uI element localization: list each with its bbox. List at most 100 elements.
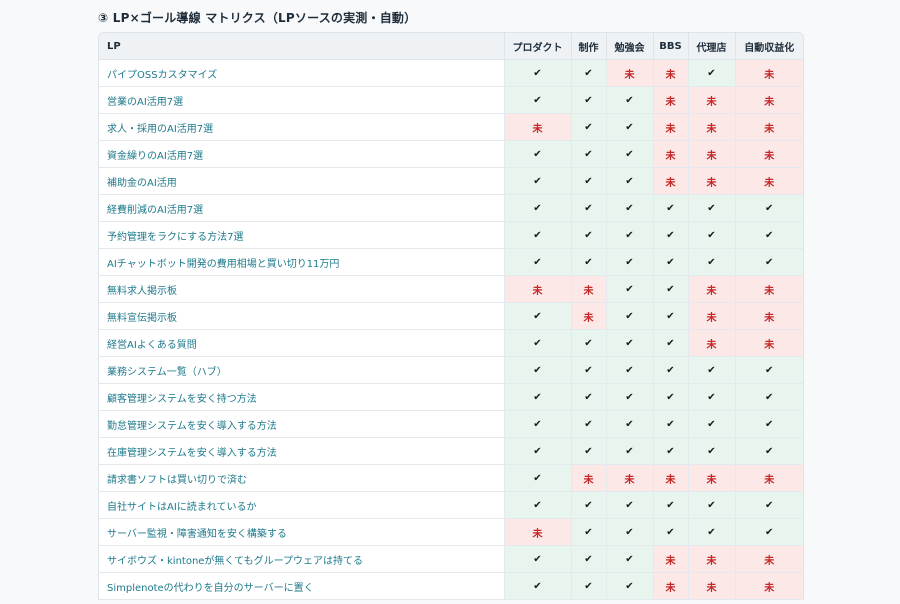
status-cell-production: ✔ [570,140,606,168]
status-cell-auto-monetization: ✔ [734,518,803,546]
status-cell-bbs: ✔ [652,302,688,330]
check-mark-icon: ✔ [533,94,542,106]
status-cell-agency: ✔ [687,518,735,546]
status-cell-auto-monetization: 未 [734,59,803,87]
lp-link[interactable]: 顧客管理システムを安く持つ方法 [107,394,257,405]
lp-cell: 顧客管理システムを安く持つ方法 [99,383,504,411]
check-mark-icon: ✔ [666,283,675,295]
status-cell-agency: 未 [687,464,735,492]
check-mark-icon: ✔ [666,391,675,403]
check-mark-icon: ✔ [584,553,593,565]
check-mark-icon: ✔ [533,175,542,187]
status-cell-bbs: 未 [652,545,688,573]
status-cell-study-session: ✔ [605,518,653,546]
lp-link[interactable]: 在庫管理システムを安く導入する方法 [107,448,277,459]
todo-badge: 未 [706,96,717,108]
todo-badge: 未 [665,177,676,189]
lp-link[interactable]: 経営AIよくある質問 [107,340,197,351]
status-cell-product: ✔ [503,329,571,357]
lp-link[interactable]: 勤怠管理システムを安く導入する方法 [107,421,277,432]
status-cell-product: ✔ [503,464,571,492]
check-mark-icon: ✔ [625,283,634,295]
table-body: パイプOSSカスタマイズ ✔ ✔ 未未 ✔ 未営業のAI活用7選 ✔ ✔ ✔ 未未未求人・採用のA… [99,59,803,600]
todo-badge: 未 [624,474,635,486]
lp-link[interactable]: 営業のAI活用7選 [107,97,183,108]
status-cell-agency: ✔ [687,356,735,384]
status-cell-product: 未 [503,518,571,546]
status-cell-agency: ✔ [687,221,735,249]
table-header: LP プロダクト 制作 勉強会 BBS 代理店 自動収益化 [99,33,803,60]
todo-badge: 未 [583,474,594,486]
page: ③ LP×ゴール導線 マトリクス（LPソースの実測・自動） LP プロダクト 制… [0,0,900,604]
lp-link[interactable]: 自社サイトはAIに読まれているか [107,502,257,513]
table-row: 営業のAI活用7選 ✔ ✔ ✔ 未 未 未 [99,86,803,114]
lp-link[interactable]: 無料宣伝掲示板 [107,313,177,324]
lp-cell: 無料宣伝掲示板 [99,302,504,330]
todo-badge: 未 [706,339,717,351]
lp-link[interactable]: 予約管理をラクにする方法7選 [107,232,243,243]
status-cell-auto-monetization: 未 [734,167,803,195]
lp-link[interactable]: 資金繰りのAI活用7選 [107,151,203,162]
lp-link[interactable]: 業務システム一覧（ハブ） [107,367,227,378]
status-cell-auto-monetization: ✔ [734,356,803,384]
check-mark-icon: ✔ [533,364,542,376]
status-cell-study-session: 未 [605,59,653,87]
status-cell-production: ✔ [570,59,606,87]
lp-link[interactable]: サーバー監視・障害通知を安く構築する [107,529,287,540]
status-cell-product: ✔ [503,383,571,411]
todo-badge: 未 [665,582,676,594]
lp-link[interactable]: サイボウズ・kintoneが無くてもグループウェアは持てる [107,556,363,567]
todo-badge: 未 [665,555,676,567]
check-mark-icon: ✔ [625,148,634,160]
todo-badge: 未 [764,96,775,108]
status-cell-bbs: 未 [652,86,688,114]
todo-badge: 未 [583,285,594,297]
lp-cell: 業務システム一覧（ハブ） [99,356,504,384]
lp-goal-matrix-table: LP プロダクト 制作 勉強会 BBS 代理店 自動収益化 パイプOSSカスタマ… [99,33,803,600]
status-cell-production: ✔ [570,113,606,141]
lp-link[interactable]: 求人・採用のAI活用7選 [107,124,213,135]
check-mark-icon: ✔ [625,526,634,538]
status-cell-bbs: ✔ [652,221,688,249]
status-cell-production: ✔ [570,86,606,114]
status-cell-study-session: ✔ [605,545,653,573]
check-mark-icon: ✔ [584,364,593,376]
status-cell-study-session: ✔ [605,437,653,465]
status-cell-bbs: ✔ [652,437,688,465]
status-cell-product: ✔ [503,491,571,519]
status-cell-production: ✔ [570,437,606,465]
table-row: 補助金のAI活用 ✔ ✔ ✔ 未 未 未 [99,167,803,195]
lp-link[interactable]: 無料求人掲示板 [107,286,177,297]
check-mark-icon: ✔ [707,445,716,457]
status-cell-agency: 未 [687,545,735,573]
lp-link[interactable]: AIチャットボット開発の費用相場と買い切り11万円 [107,259,339,270]
status-cell-production: ✔ [570,383,606,411]
check-mark-icon: ✔ [625,445,634,457]
lp-link[interactable]: 補助金のAI活用 [107,178,177,189]
matrix-table-container: LP プロダクト 制作 勉強会 BBS 代理店 自動収益化 パイプOSSカスタマ… [98,32,804,600]
check-mark-icon: ✔ [625,229,634,241]
lp-link[interactable]: パイプOSSカスタマイズ [107,70,217,81]
status-cell-production: 未 [570,302,606,330]
table-row: 顧客管理システムを安く持つ方法 ✔ ✔ ✔ ✔ ✔ ✔ [99,383,803,411]
check-mark-icon: ✔ [533,553,542,565]
status-cell-auto-monetization: 未 [734,140,803,168]
check-mark-icon: ✔ [765,526,774,538]
status-cell-auto-monetization: ✔ [734,248,803,276]
lp-cell: 経費削減のAI活用7選 [99,194,504,222]
check-mark-icon: ✔ [666,337,675,349]
lp-link[interactable]: Simplenoteの代わりを自分のサーバーに置く [107,583,314,594]
lp-link[interactable]: 経費削減のAI活用7選 [107,205,203,216]
status-cell-production: ✔ [570,410,606,438]
status-cell-bbs: 未 [652,113,688,141]
check-mark-icon: ✔ [707,229,716,241]
check-mark-icon: ✔ [625,121,634,133]
check-mark-icon: ✔ [765,256,774,268]
status-cell-auto-monetization: 未 [734,572,803,600]
status-cell-auto-monetization: 未 [734,113,803,141]
lp-link[interactable]: 請求書ソフトは買い切りで済む [107,475,247,486]
todo-badge: 未 [706,177,717,189]
check-mark-icon: ✔ [707,364,716,376]
todo-badge: 未 [706,123,717,135]
status-cell-bbs: ✔ [652,194,688,222]
